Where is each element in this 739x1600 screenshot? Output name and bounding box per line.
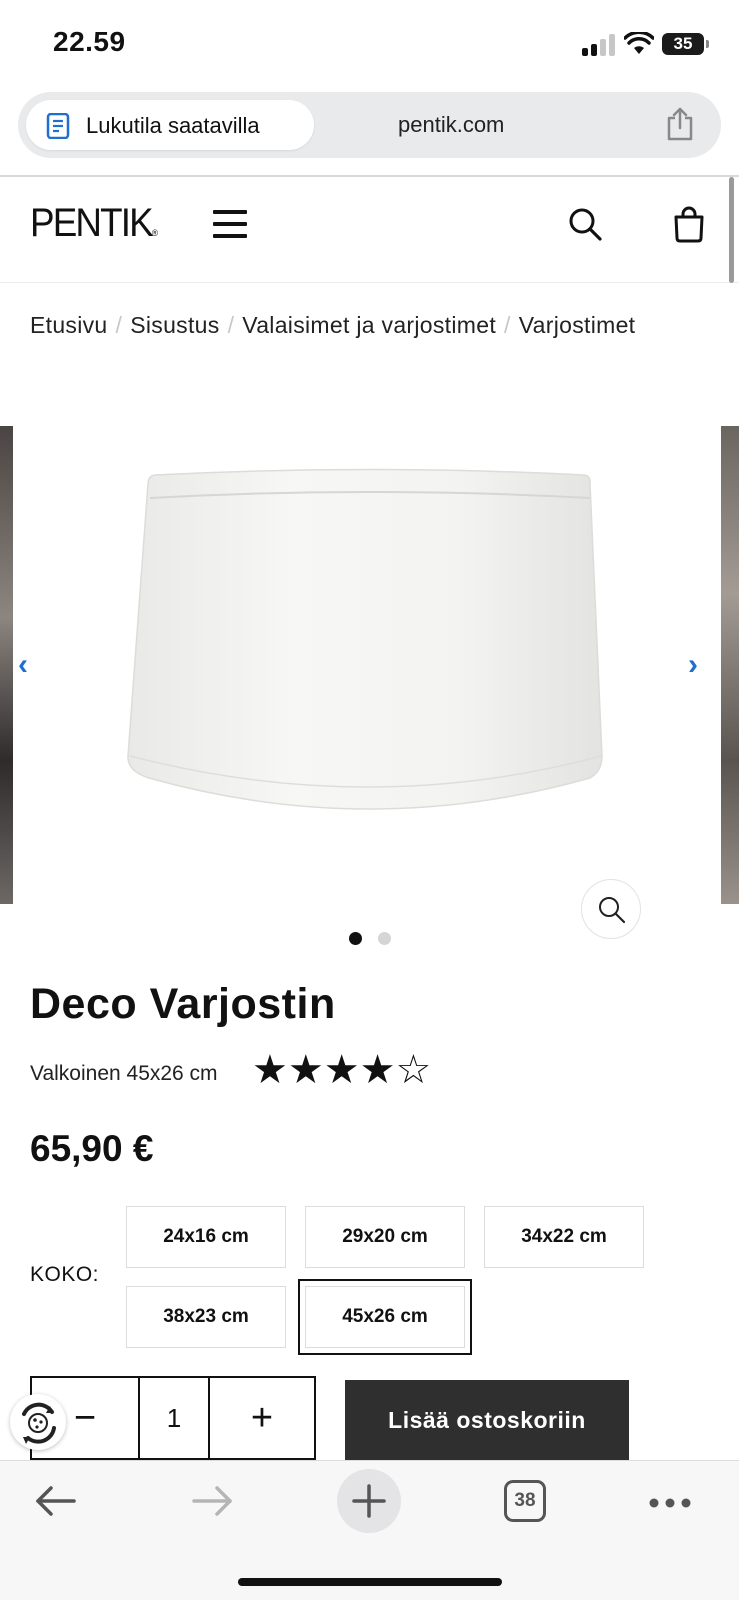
- star-empty-icon: ☆: [395, 1048, 432, 1092]
- next-image-button[interactable]: ›: [688, 648, 698, 682]
- logo-text: PENTIK: [30, 201, 154, 245]
- product-gallery[interactable]: ‹ ›: [0, 426, 739, 939]
- menu-icon[interactable]: [213, 210, 247, 238]
- wifi-icon: [624, 32, 654, 54]
- star-filled-icon: ★: [359, 1048, 396, 1092]
- size-option-selected[interactable]: 45x26 cm: [298, 1279, 472, 1355]
- status-bar: 22.59 35: [0, 0, 739, 88]
- plus-icon: [352, 1484, 386, 1518]
- breadcrumb-item[interactable]: Etusivu: [30, 312, 108, 338]
- star-filled-icon: ★: [252, 1048, 288, 1092]
- tabs-button[interactable]: 38: [504, 1480, 546, 1522]
- site-logo[interactable]: PENTIK®: [30, 201, 158, 246]
- product-variant: Valkoinen 45x26 cm: [30, 1062, 218, 1085]
- url-text[interactable]: pentik.com: [398, 112, 504, 138]
- zoom-icon: [599, 897, 626, 924]
- more-options-icon[interactable]: [648, 1497, 692, 1509]
- rating-stars[interactable]: ★★★★☆: [252, 1048, 431, 1092]
- size-label: KOKO:: [30, 1263, 100, 1286]
- breadcrumb-item[interactable]: Varjostimet: [519, 312, 636, 338]
- status-time: 22.59: [53, 26, 126, 57]
- size-option[interactable]: 34x22 cm: [484, 1206, 644, 1268]
- star-filled-icon: ★: [287, 1048, 324, 1092]
- breadcrumb-item[interactable]: Valaisimet ja varjostimet: [242, 312, 496, 338]
- home-indicator[interactable]: [238, 1578, 502, 1586]
- shopping-bag-icon[interactable]: [672, 205, 706, 243]
- reader-mode-label: Lukutila saatavilla: [86, 113, 260, 138]
- breadcrumb: Etusivu / Sisustus / Valaisimet ja varjostim…: [30, 312, 635, 339]
- reader-mode-button[interactable]: Lukutila saatavilla: [26, 100, 314, 150]
- product-title: Deco Varjostin: [30, 980, 336, 1028]
- new-tab-button[interactable]: [337, 1469, 401, 1533]
- logo-mark: ®: [151, 228, 158, 238]
- scrollbar[interactable]: [729, 177, 734, 283]
- add-to-cart-button[interactable]: Lisää ostoskoriin: [345, 1380, 629, 1460]
- battery-icon: 35: [662, 33, 709, 55]
- address-bar[interactable]: Lukutila saatavilla pentik.com: [18, 92, 721, 158]
- back-arrow-icon[interactable]: [34, 1484, 78, 1518]
- size-option[interactable]: 38x23 cm: [126, 1286, 286, 1348]
- cookie-settings-button[interactable]: [10, 1394, 66, 1450]
- breadcrumb-item[interactable]: Sisustus: [130, 312, 219, 338]
- gallery-pagination: [0, 932, 739, 945]
- zoom-button[interactable]: [581, 879, 641, 939]
- product-price: 65,90 €: [30, 1128, 154, 1169]
- size-option[interactable]: 24x16 cm: [126, 1206, 286, 1268]
- product-image: [127, 468, 603, 810]
- quantity-stepper: − 1 +: [30, 1376, 316, 1460]
- cookie-icon: [22, 1402, 56, 1444]
- pagination-dot[interactable]: [377, 932, 391, 945]
- document-icon: [46, 113, 70, 139]
- breadcrumb-separator: /: [115, 312, 123, 338]
- forward-arrow-icon[interactable]: [190, 1484, 234, 1518]
- battery-level: 35: [673, 34, 693, 53]
- previous-image-button[interactable]: ‹: [18, 648, 28, 682]
- search-icon[interactable]: [568, 207, 604, 243]
- pagination-dot-active[interactable]: [348, 932, 362, 945]
- star-filled-icon: ★: [323, 1048, 360, 1092]
- breadcrumb-separator: /: [227, 312, 235, 338]
- breadcrumb-separator: /: [504, 312, 511, 338]
- cellular-signal-icon: [582, 34, 616, 56]
- quantity-input[interactable]: 1: [138, 1378, 210, 1458]
- site-header: PENTIK®: [0, 177, 739, 283]
- increase-quantity-button[interactable]: +: [210, 1378, 314, 1458]
- size-option[interactable]: 29x20 cm: [305, 1206, 465, 1268]
- share-icon[interactable]: [664, 106, 696, 142]
